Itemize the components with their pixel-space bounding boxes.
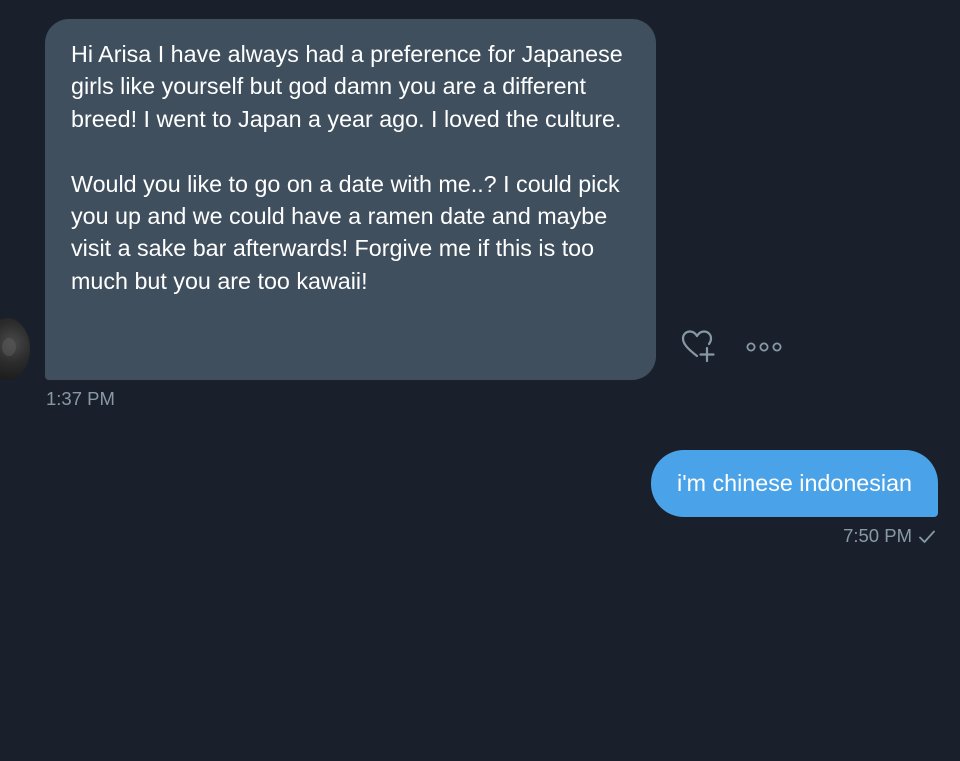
heart-plus-icon[interactable]: [680, 328, 718, 364]
outgoing-message-bubble: i'm chinese indonesian: [651, 450, 938, 517]
incoming-timestamp: 1:37 PM: [46, 388, 115, 409]
incoming-message-bubble: Hi Arisa I have always had a preference …: [45, 19, 656, 380]
incoming-message-paragraph: Would you like to go on a date with me..…: [71, 170, 620, 294]
message-actions: [680, 328, 782, 364]
incoming-message-paragraph: Hi Arisa I have always had a preference …: [71, 41, 623, 132]
outgoing-timestamp-row: 7:50 PM: [843, 525, 936, 547]
sender-avatar[interactable]: [0, 318, 30, 380]
outgoing-timestamp: 7:50 PM: [843, 525, 912, 546]
check-icon: [918, 528, 936, 544]
more-horizontal-icon[interactable]: [746, 340, 782, 352]
dm-conversation: Hi Arisa I have always had a preference …: [0, 0, 960, 761]
